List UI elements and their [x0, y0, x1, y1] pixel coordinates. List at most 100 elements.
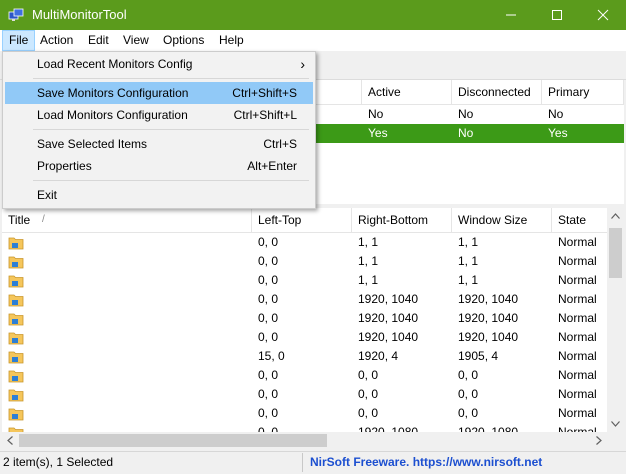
- cell-state: Normal: [558, 406, 597, 420]
- horizontal-scrollbar[interactable]: [2, 432, 607, 449]
- cell-window-size: 1905, 4: [458, 349, 499, 363]
- menu-view[interactable]: View: [117, 30, 155, 51]
- column-header-title[interactable]: Title /: [2, 208, 252, 232]
- cell-state: Normal: [558, 273, 597, 287]
- cell-left-top: 0, 0: [258, 273, 279, 287]
- cell-active: No: [368, 107, 384, 121]
- maximize-button[interactable]: [534, 0, 580, 30]
- vertical-scroll-thumb[interactable]: [609, 228, 622, 278]
- table-row[interactable]: 0, 0 1920, 1040 1920, 1040 Normal: [2, 290, 607, 309]
- folder-icon: [8, 332, 24, 345]
- cell-window-size: 1, 1: [458, 254, 479, 268]
- table-row[interactable]: 0, 0 1920, 1040 1920, 1040 Normal: [2, 328, 607, 347]
- menu-separator: [33, 78, 309, 79]
- vertical-scrollbar[interactable]: [607, 208, 624, 432]
- column-header-right-bottom[interactable]: Right-Bottom: [352, 208, 452, 232]
- cell-window-size: 0, 0: [458, 368, 479, 382]
- cell-disconnected: No: [458, 126, 474, 140]
- table-row[interactable]: 0, 0 0, 0 0, 0 Normal: [2, 366, 607, 385]
- cell-left-top: 0, 0: [258, 387, 279, 401]
- folder-icon: [8, 370, 24, 383]
- minimize-button[interactable]: [488, 0, 534, 30]
- table-row[interactable]: 0, 0 1, 1 1, 1 Normal: [2, 271, 607, 290]
- cell-left-top: 0, 0: [258, 368, 279, 382]
- column-header-primary[interactable]: Primary: [542, 80, 624, 104]
- menu-item-exit[interactable]: Exit: [5, 184, 313, 206]
- menu-help[interactable]: Help: [213, 30, 250, 51]
- menu-separator: [33, 180, 309, 181]
- cell-disconnected: No: [458, 107, 474, 121]
- cell-title: [26, 385, 252, 404]
- scroll-up-icon[interactable]: [611, 213, 620, 219]
- cell-title: [26, 252, 252, 271]
- close-button[interactable]: [580, 0, 626, 30]
- menu-action[interactable]: Action: [34, 30, 79, 51]
- column-header-state[interactable]: State: [552, 208, 607, 232]
- submenu-arrow-icon: ›: [300, 56, 305, 72]
- cell-right-bottom: 1920, 1040: [358, 311, 419, 325]
- menu-item-load-monitors-config[interactable]: Load Monitors Configuration Ctrl+Shift+L: [5, 104, 313, 126]
- table-row[interactable]: 0, 0 0, 0 0, 0 Normal: [2, 404, 607, 423]
- windows-header: Title / Left-Top Right-Bottom Window Siz…: [2, 208, 607, 233]
- cell-primary: Yes: [548, 126, 568, 140]
- minimize-icon: [506, 14, 516, 16]
- cell-right-bottom: 1920, 4: [358, 349, 399, 363]
- column-header-active[interactable]: Active: [362, 80, 452, 104]
- windows-list[interactable]: Title / Left-Top Right-Bottom Window Siz…: [2, 208, 624, 449]
- title-bar[interactable]: MultiMonitorTool: [0, 0, 626, 30]
- cell-window-size: 0, 0: [458, 406, 479, 420]
- nirsoft-link[interactable]: NirSoft Freeware. https://www.nirsoft.ne…: [310, 455, 542, 469]
- menu-item-label: Save Selected Items: [37, 137, 148, 151]
- menu-item-save-monitors-config[interactable]: Save Monitors Configuration Ctrl+Shift+S: [5, 82, 313, 104]
- menu-item-label: Load Recent Monitors Config: [37, 57, 193, 71]
- menu-file[interactable]: File: [2, 30, 36, 51]
- close-icon: [597, 9, 609, 21]
- status-count: 2 item(s), 1 Selected: [3, 455, 114, 469]
- table-row[interactable]: 15, 0 1920, 4 1905, 4 Normal: [2, 347, 607, 366]
- cell-left-top: 0, 0: [258, 330, 279, 344]
- cell-left-top: 0, 0: [258, 406, 279, 420]
- cell-window-size: 1, 1: [458, 273, 479, 287]
- table-row[interactable]: 0, 0 0, 0 0, 0 Normal: [2, 385, 607, 404]
- cell-left-top: 0, 0: [258, 254, 279, 268]
- scroll-left-icon[interactable]: [7, 436, 13, 445]
- menu-item-shortcut: Ctrl+Shift+L: [233, 108, 297, 122]
- menu-item-properties[interactable]: Properties Alt+Enter: [5, 155, 313, 177]
- table-row[interactable]: 0, 0 1920, 1040 1920, 1040 Normal: [2, 309, 607, 328]
- menu-item-label: Exit: [37, 188, 58, 202]
- menu-bar: File Action Edit View Options Help: [0, 30, 626, 51]
- cell-title: [26, 404, 252, 423]
- column-header-left-top[interactable]: Left-Top: [252, 208, 352, 232]
- cell-right-bottom: 0, 0: [358, 368, 379, 382]
- folder-icon: [8, 294, 24, 307]
- column-header-window-size[interactable]: Window Size: [452, 208, 552, 232]
- cell-right-bottom: 1920, 1040: [358, 292, 419, 306]
- cell-left-top: 0, 0: [258, 311, 279, 325]
- cell-primary: No: [548, 107, 564, 121]
- table-row[interactable]: 0, 0 1, 1 1, 1 Normal: [2, 233, 607, 252]
- table-row[interactable]: 0, 0 1, 1 1, 1 Normal: [2, 252, 607, 271]
- maximize-icon: [552, 10, 562, 20]
- cell-state: Normal: [558, 368, 597, 382]
- menu-edit[interactable]: Edit: [82, 30, 115, 51]
- column-header-disconnected[interactable]: Disconnected: [452, 80, 542, 104]
- menu-options[interactable]: Options: [157, 30, 210, 51]
- menu-item-shortcut: Ctrl+Shift+S: [232, 86, 297, 100]
- scrollbar-corner: [607, 432, 624, 449]
- cell-right-bottom: 1, 1: [358, 235, 379, 249]
- cell-state: Normal: [558, 387, 597, 401]
- cell-right-bottom: 1920, 1040: [358, 330, 419, 344]
- cell-right-bottom: 1, 1: [358, 273, 379, 287]
- horizontal-scroll-thumb[interactable]: [19, 434, 327, 447]
- scroll-right-icon[interactable]: [596, 436, 602, 445]
- cell-window-size: 1, 1: [458, 235, 479, 249]
- cell-title: [26, 309, 252, 328]
- scroll-down-icon[interactable]: [611, 421, 620, 427]
- cell-title: [26, 290, 252, 309]
- menu-item-load-recent-config[interactable]: Load Recent Monitors Config ›: [5, 53, 313, 75]
- menu-separator: [33, 129, 309, 130]
- cell-title: [26, 347, 252, 366]
- cell-title: [26, 271, 252, 290]
- menu-item-save-selected-items[interactable]: Save Selected Items Ctrl+S: [5, 133, 313, 155]
- menu-item-label: Save Monitors Configuration: [37, 86, 189, 100]
